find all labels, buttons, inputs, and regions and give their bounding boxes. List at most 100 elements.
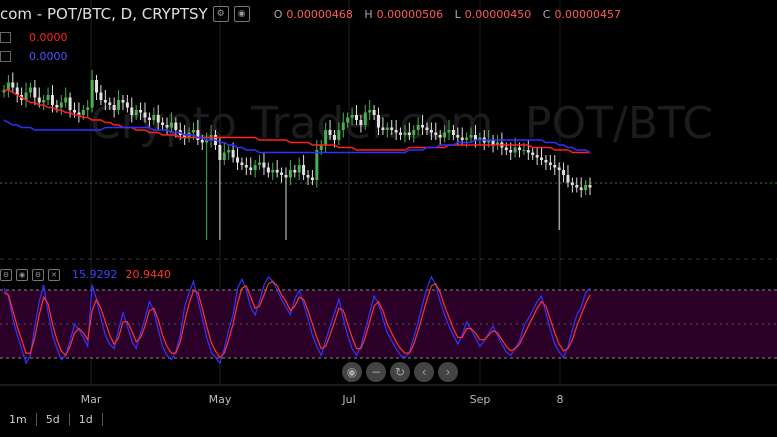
- candle-body: [231, 150, 235, 158]
- candle-body: [438, 135, 442, 138]
- candle-body: [588, 185, 592, 188]
- candle-body: [196, 130, 200, 140]
- candle-body: [328, 130, 332, 135]
- candle-body: [337, 130, 341, 140]
- candle-body: [103, 100, 107, 103]
- checkbox-icon[interactable]: [0, 32, 11, 43]
- candle-body: [531, 152, 535, 155]
- candle-body: [456, 135, 460, 138]
- candle-body: [262, 162, 266, 168]
- candle-body: [469, 135, 473, 138]
- candle-body: [465, 137, 469, 140]
- candle-body: [6, 82, 10, 90]
- candle-body: [200, 140, 204, 143]
- period-5d[interactable]: 5d: [37, 413, 70, 426]
- candle-body: [50, 95, 54, 105]
- candle-body: [227, 150, 231, 153]
- candle-body: [513, 147, 517, 153]
- hide-icon[interactable]: ◉: [16, 268, 28, 281]
- candle-body: [90, 80, 94, 108]
- settings-icon[interactable]: ⚙: [0, 268, 12, 281]
- candle-body: [174, 122, 178, 130]
- candle-body: [368, 110, 372, 113]
- period-1d[interactable]: 1d: [70, 413, 103, 426]
- candle-body: [55, 105, 59, 108]
- candle-body: [407, 132, 411, 135]
- x-tick-label: Sep: [469, 393, 491, 406]
- minus-icon[interactable]: −: [366, 362, 386, 382]
- oscillator-legend: ⚙ ◉ ⚙ ✕ 15.9292 20.9440: [0, 268, 171, 281]
- candle-body: [42, 100, 46, 103]
- candle-body: [99, 92, 103, 100]
- candle-body: [306, 175, 310, 178]
- candle-body: [169, 122, 173, 128]
- candle-body: [266, 167, 270, 173]
- candle-body: [222, 152, 226, 160]
- candle-body: [81, 110, 85, 115]
- candle-body: [130, 107, 134, 115]
- candle-body: [244, 165, 248, 168]
- scroll-left-icon[interactable]: ‹: [414, 362, 434, 382]
- candle-body: [540, 157, 544, 160]
- candle-body: [28, 87, 32, 93]
- period-1m[interactable]: 1m: [0, 413, 37, 426]
- candle-body: [112, 105, 116, 110]
- candle-body: [191, 130, 195, 133]
- zoom-out-icon[interactable]: ◉: [342, 362, 362, 382]
- candle-body: [288, 170, 292, 178]
- candle-body: [236, 157, 240, 163]
- candle-body: [249, 167, 253, 170]
- candle-body: [68, 97, 72, 110]
- candle-body: [95, 80, 99, 93]
- scroll-right-icon[interactable]: ›: [438, 362, 458, 382]
- x-tick-label: Mar: [80, 393, 102, 406]
- candle-body: [121, 100, 125, 103]
- candle-body: [354, 115, 358, 120]
- candle-body: [139, 110, 143, 113]
- candle-body: [522, 150, 526, 151]
- candle-body: [381, 127, 385, 130]
- candle-body: [346, 117, 350, 123]
- open-value: 0.00000468: [286, 7, 353, 21]
- candle-body: [332, 135, 336, 140]
- candle-body: [562, 170, 566, 175]
- candle-body: [460, 137, 464, 140]
- candle-body: [504, 147, 508, 150]
- candle-body: [377, 115, 381, 128]
- reset-icon[interactable]: ↻: [390, 362, 410, 382]
- candle-body: [535, 155, 539, 158]
- candle-body: [64, 97, 68, 103]
- settings-icon[interactable]: ⚙: [32, 268, 44, 281]
- period-selector: 1m 5d 1d: [0, 413, 103, 426]
- candle-body: [518, 147, 522, 150]
- close-value: 0.00000457: [554, 7, 621, 21]
- candle-body: [143, 112, 147, 118]
- candle-body: [72, 110, 76, 113]
- candle-body: [125, 102, 129, 108]
- candle-body: [310, 177, 314, 180]
- candle-body: [86, 107, 90, 110]
- chart-nav: ◉ − ↻ ‹ ›: [342, 362, 458, 382]
- candle-body: [557, 167, 561, 170]
- candle-body: [385, 127, 389, 130]
- candle-body: [412, 130, 416, 135]
- candle-body: [548, 162, 552, 165]
- candle-body: [156, 115, 160, 123]
- candle-body: [553, 165, 557, 168]
- low-value: 0.00000450: [464, 7, 532, 21]
- close-icon[interactable]: ✕: [48, 268, 60, 281]
- checkbox-icon[interactable]: [0, 51, 11, 62]
- candle-body: [59, 102, 63, 108]
- chart-header: com - POT/BTC, D, CRYPTSY ⚙ ◉ O 0.0000046…: [0, 2, 621, 26]
- candle-body: [315, 150, 319, 180]
- ma-red-legend: 0.0000: [0, 31, 68, 44]
- candle-body: [509, 150, 513, 153]
- hide-icon[interactable]: ◉: [233, 6, 250, 22]
- candle-body: [152, 115, 156, 120]
- candle-body: [324, 130, 328, 145]
- candle-body: [161, 122, 165, 125]
- candle-body: [566, 175, 570, 183]
- settings-icon[interactable]: ⚙: [212, 6, 229, 22]
- ma-blue-legend: 0.0000: [0, 50, 68, 63]
- candle-body: [33, 87, 37, 98]
